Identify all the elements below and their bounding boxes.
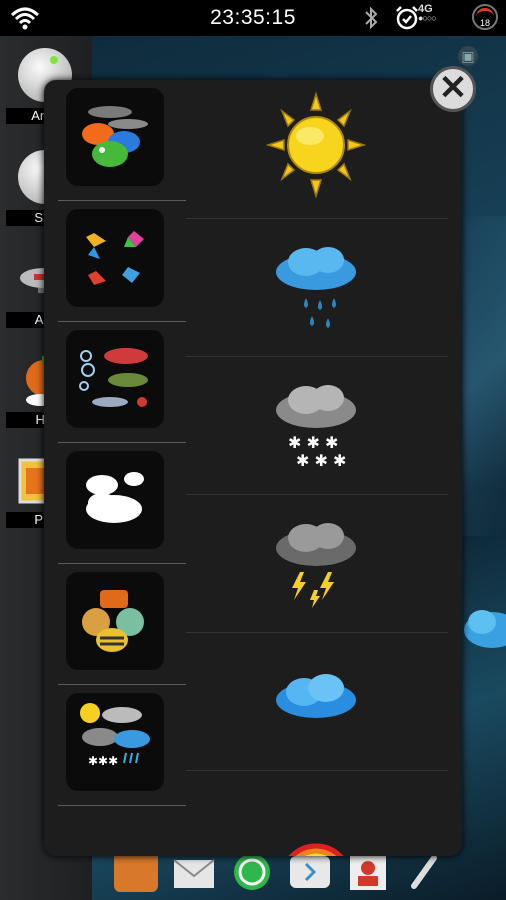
- weather-mix-icon: ✱✱✱: [80, 703, 150, 768]
- thunderstorm-icon: [276, 523, 356, 608]
- weather-option-cloud[interactable]: [186, 632, 448, 771]
- theme-cell-sea: [58, 322, 186, 443]
- theme-picker-dialog: ✱✱✱ ✱ ✱ ✱ ✱ ✱ ✱: [44, 80, 462, 856]
- pinwheel-icon: [86, 231, 144, 285]
- weather-option-snow[interactable]: ✱ ✱ ✱ ✱ ✱ ✱: [186, 356, 448, 495]
- gallery-icon[interactable]: [114, 852, 158, 892]
- sea-creatures-theme-thumbnail[interactable]: [66, 330, 164, 428]
- svg-text:✱✱✱: ✱✱✱: [88, 754, 118, 768]
- sea-creatures-icon: [79, 348, 148, 407]
- alarm-icon: [396, 6, 418, 30]
- theme-cell-weather-mix: ✱✱✱: [58, 685, 186, 806]
- battery-level: 18: [479, 18, 490, 28]
- svg-text:✱ ✱ ✱: ✱ ✱ ✱: [288, 433, 338, 452]
- snow-icon: ✱ ✱ ✱ ✱ ✱ ✱: [276, 385, 356, 470]
- messaging-icon[interactable]: [288, 852, 332, 892]
- svg-text:✱ ✱ ✱: ✱ ✱ ✱: [296, 451, 346, 470]
- clouds-icon: [86, 472, 144, 523]
- cloud-icon: [276, 674, 356, 718]
- weather-mix-theme-thumbnail[interactable]: ✱✱✱: [66, 693, 164, 791]
- clouds-theme-thumbnail[interactable]: [66, 451, 164, 549]
- fish-icon: [82, 106, 148, 167]
- weather-option-rain[interactable]: [186, 218, 448, 357]
- pinwheel-theme-thumbnail[interactable]: [66, 209, 164, 307]
- cloud-icon: [464, 610, 506, 648]
- animals-theme-thumbnail[interactable]: [66, 572, 164, 670]
- status-bar: 23:35:15 4G ●○○○ 18: [0, 0, 506, 36]
- rainbow-icon: [288, 843, 344, 856]
- animals-icon: [82, 590, 144, 652]
- theme-cell-fish: [58, 80, 186, 201]
- weather-option-sun[interactable]: [186, 80, 448, 219]
- weather-option-thunderstorm[interactable]: [186, 494, 448, 633]
- theme-cell-clouds: [58, 443, 186, 564]
- contacts-icon[interactable]: [346, 852, 390, 892]
- whatsapp-icon[interactable]: [230, 852, 274, 892]
- close-button[interactable]: ✕: [430, 66, 476, 112]
- close-icon: ✕: [438, 69, 468, 107]
- signal-icon: 4G ●○○○: [418, 3, 452, 23]
- cube-icon: ▣: [458, 46, 478, 66]
- sun-icon: [266, 91, 366, 199]
- theme-cell-animals: [58, 564, 186, 685]
- battery-icon: 18: [472, 4, 498, 30]
- email-icon[interactable]: [172, 852, 216, 892]
- rain-icon: [276, 247, 356, 328]
- weather-option-rainbow[interactable]: [186, 770, 448, 856]
- bluetooth-icon: [365, 6, 378, 30]
- theme-cell-pinwheel: [58, 201, 186, 322]
- phone-icon[interactable]: [404, 852, 448, 892]
- fish-theme-thumbnail[interactable]: [66, 88, 164, 186]
